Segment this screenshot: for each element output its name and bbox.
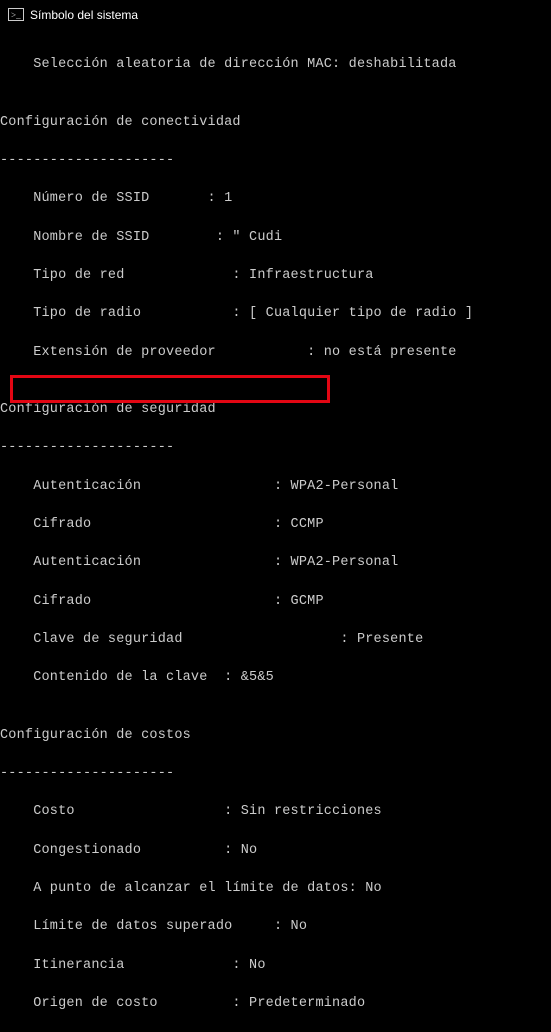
divider: --------------------- [0, 438, 551, 457]
window-titlebar[interactable]: >_ Símbolo del sistema [0, 0, 551, 30]
line-ssid-name: Nombre de SSID : " Cudi [0, 228, 551, 247]
line-ssid-num: Número de SSID : 1 [0, 189, 551, 208]
line-cipher1: Cifrado : CCMP [0, 515, 551, 534]
line-cost: Costo : Sin restricciones [0, 802, 551, 821]
cmd-icon: >_ [8, 7, 24, 23]
redaction-patch [392, 386, 430, 416]
line-auth1: Autenticación : WPA2-Personal [0, 477, 551, 496]
line-cost-src: Origen de costo : Predeterminado [0, 994, 551, 1013]
line-congested: Congestionado : No [0, 841, 551, 860]
svg-text:>_: >_ [11, 10, 21, 20]
line-over-limit: Límite de datos superado : No [0, 917, 551, 936]
window-title: Símbolo del sistema [30, 8, 138, 22]
divider: --------------------- [0, 151, 551, 170]
line-cipher2: Cifrado : GCMP [0, 592, 551, 611]
section-costs-header: Configuración de costos [0, 726, 551, 745]
line-auth2: Autenticación : WPA2-Personal [0, 553, 551, 572]
terminal-output: Selección aleatoria de dirección MAC: de… [0, 30, 551, 1032]
section-connectivity-header: Configuración de conectividad [0, 113, 551, 132]
divider: --------------------- [0, 764, 551, 783]
line-roaming: Itinerancia : No [0, 956, 551, 975]
line-mac: Selección aleatoria de dirección MAC: de… [0, 55, 551, 74]
line-radio-type: Tipo de radio : [ Cualquier tipo de radi… [0, 304, 551, 323]
line-near-limit: A punto de alcanzar el límite de datos: … [0, 879, 551, 898]
line-sec-key: Clave de seguridad : Presente [0, 630, 551, 649]
line-key-content: Contenido de la clave : &5&5 [0, 668, 551, 687]
section-security-header: Configuración de seguridad [0, 400, 551, 419]
line-vendor-ext: Extensión de proveedor : no está present… [0, 343, 551, 362]
line-net-type: Tipo de red : Infraestructura [0, 266, 551, 285]
